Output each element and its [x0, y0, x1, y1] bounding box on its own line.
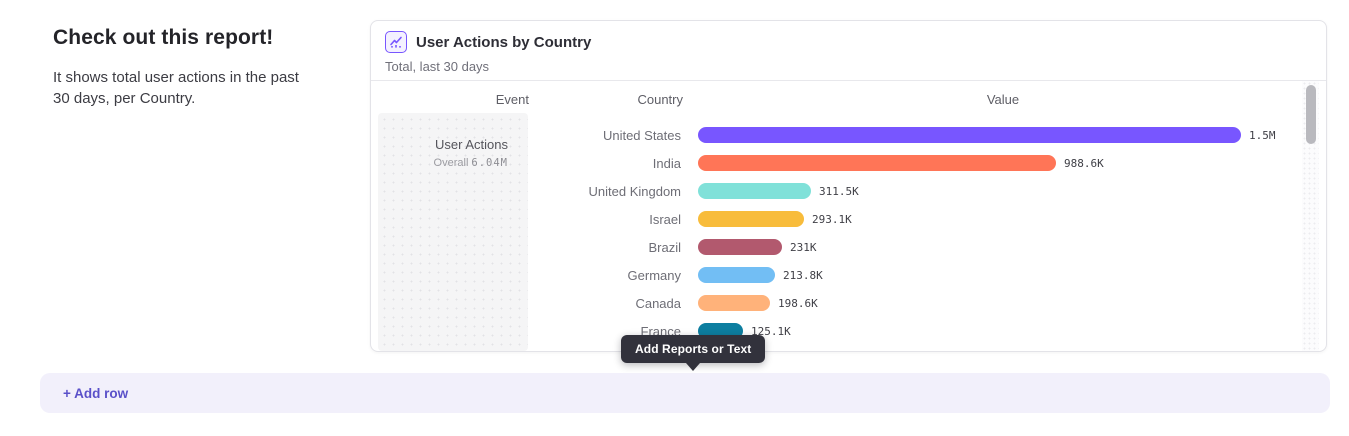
column-header-event[interactable]: Event	[371, 92, 529, 107]
bar-group: 198.6K	[698, 295, 818, 311]
bar-value-label: 1.5M	[1249, 129, 1276, 142]
dashboard-canvas: Check out this report! It shows total us…	[0, 0, 1349, 436]
bar-group: 1.5M	[698, 127, 1276, 143]
chart-row[interactable]: Brazil 231K	[371, 233, 1302, 261]
bar-value-label: 311.5K	[819, 185, 859, 198]
bar-value-label: 293.1K	[812, 213, 852, 226]
bar-group: 311.5K	[698, 183, 859, 199]
chart-row[interactable]: United Kingdom 311.5K	[371, 177, 1302, 205]
value-bar-israel[interactable]	[698, 211, 804, 227]
bar-value-label: 213.8K	[783, 269, 823, 282]
country-label: Israel	[371, 212, 683, 227]
value-bar-united-kingdom[interactable]	[698, 183, 811, 199]
bar-value-label: 198.6K	[778, 297, 818, 310]
bar-value-label: 231K	[790, 241, 817, 254]
report-card-header: User Actions by Country Total, last 30 d…	[371, 21, 1326, 81]
bar-chart: Event Country Value User Actions Overall…	[371, 81, 1326, 351]
country-label: United States	[371, 128, 683, 143]
chart-row[interactable]: India 988.6K	[371, 149, 1302, 177]
bar-value-label: 988.6K	[1064, 157, 1104, 170]
chart-scrollbar[interactable]	[1302, 81, 1319, 351]
text-tile-body: It shows total user actions in the past …	[53, 67, 303, 109]
column-header-country[interactable]: Country	[531, 92, 683, 107]
country-label: Germany	[371, 268, 683, 283]
value-bar-canada[interactable]	[698, 295, 770, 311]
value-bar-india[interactable]	[698, 155, 1056, 171]
tooltip-arrow-down	[686, 363, 700, 371]
report-card[interactable]: User Actions by Country Total, last 30 d…	[370, 20, 1327, 352]
report-title[interactable]: User Actions by Country	[416, 34, 591, 51]
column-header-value[interactable]: Value	[698, 92, 1308, 107]
tooltip-label: Add Reports or Text	[635, 342, 751, 356]
text-tile: Check out this report! It shows total us…	[53, 26, 303, 109]
bar-group: 293.1K	[698, 211, 852, 227]
chart-row[interactable]: Canada 198.6K	[371, 289, 1302, 317]
add-reports-tooltip: Add Reports or Text	[621, 335, 765, 363]
chart-row[interactable]: Germany 213.8K	[371, 261, 1302, 289]
report-subtitle: Total, last 30 days	[385, 59, 1312, 74]
text-tile-heading: Check out this report!	[53, 26, 303, 50]
insights-chart-icon	[385, 31, 407, 53]
bar-group: 213.8K	[698, 267, 823, 283]
country-label: Canada	[371, 296, 683, 311]
add-row-label: + Add row	[63, 386, 128, 401]
value-bar-germany[interactable]	[698, 267, 775, 283]
country-label: Brazil	[371, 240, 683, 255]
bar-group: 988.6K	[698, 155, 1104, 171]
chart-row[interactable]: United States 1.5M	[371, 121, 1302, 149]
bar-group: 231K	[698, 239, 817, 255]
value-bar-united-states[interactable]	[698, 127, 1241, 143]
add-row-button[interactable]: + Add row	[40, 373, 1330, 413]
chart-row[interactable]: France125.1K	[371, 317, 1302, 345]
chart-rows: United States 1.5M India 988.6K United Kingd…	[371, 121, 1302, 345]
scrollbar-thumb[interactable]	[1306, 85, 1316, 144]
country-label: India	[371, 156, 683, 171]
value-bar-brazil[interactable]	[698, 239, 782, 255]
chart-row[interactable]: Israel 293.1K	[371, 205, 1302, 233]
country-label: United Kingdom	[371, 184, 683, 199]
